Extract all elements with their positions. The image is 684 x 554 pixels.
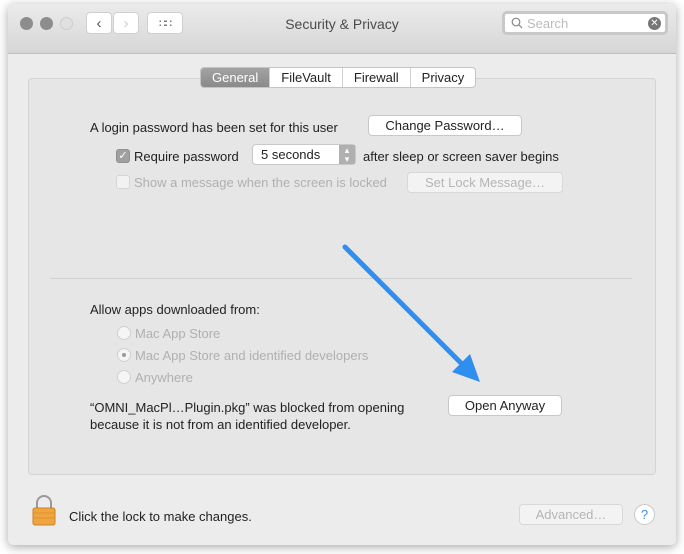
tab-general[interactable]: General xyxy=(201,68,271,87)
tab-privacy[interactable]: Privacy xyxy=(411,68,476,87)
tab-bar: General FileVault Firewall Privacy xyxy=(200,67,477,88)
tab-filevault[interactable]: FileVault xyxy=(270,68,343,87)
tab-firewall[interactable]: Firewall xyxy=(343,68,411,87)
